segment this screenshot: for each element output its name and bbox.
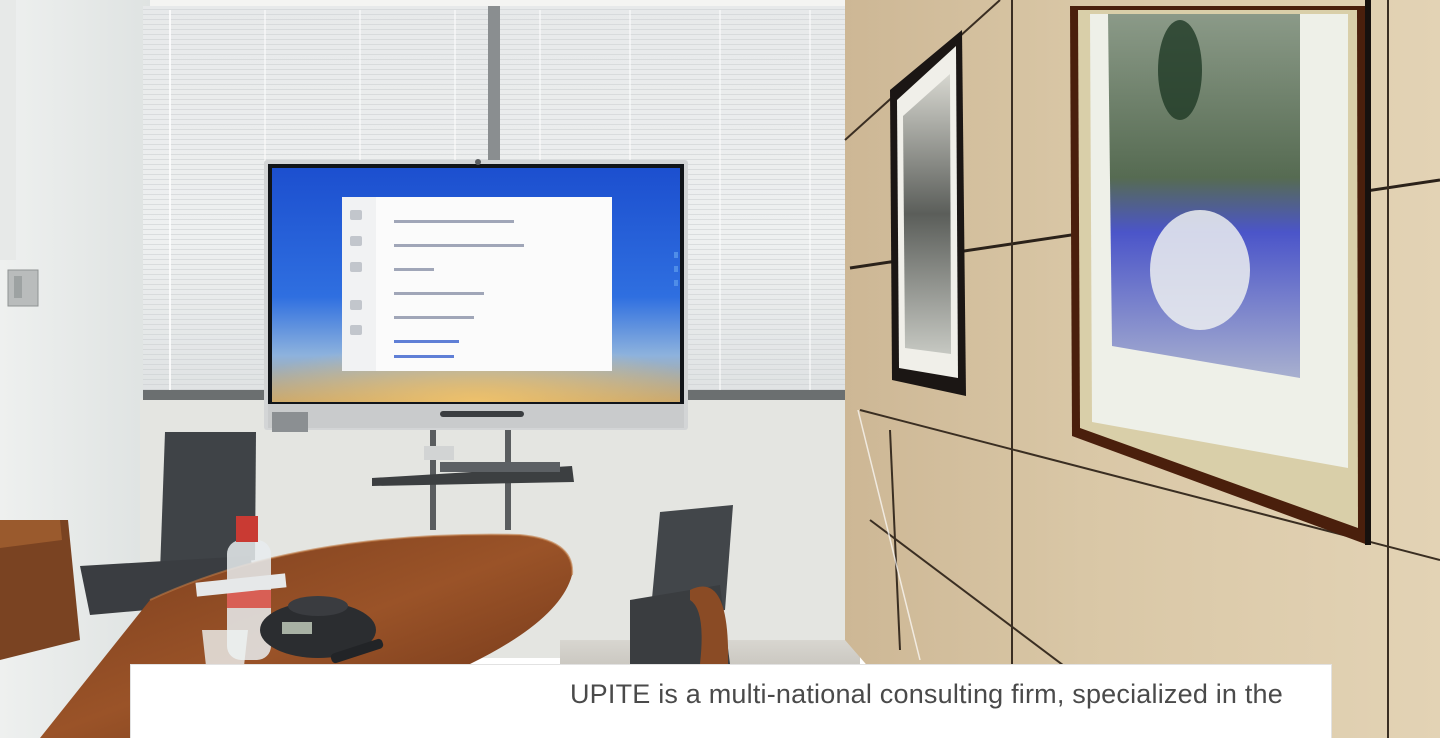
wall-switch — [7, 269, 39, 307]
display-file-window — [342, 197, 612, 371]
plastic-cup — [202, 630, 248, 666]
meeting-room-photo — [0, 0, 1440, 738]
caption-text: UPITE is a multi-national consulting fir… — [569, 679, 1283, 709]
caption-card: UPITE is a multi-national consulting fir… — [130, 664, 1332, 738]
